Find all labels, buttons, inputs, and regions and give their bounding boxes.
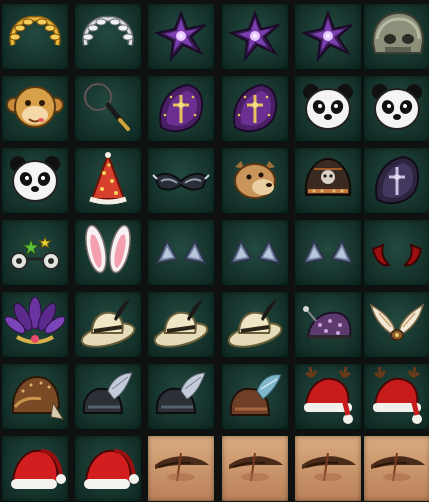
inventory-slot[interactable] <box>221 75 289 142</box>
inventory-slot[interactable] <box>74 75 142 142</box>
antler-santa-hat-icon <box>304 366 353 424</box>
santa-hat-icon <box>11 449 66 489</box>
bear-mask-icon <box>234 161 276 199</box>
inventory-slot[interactable] <box>294 219 362 286</box>
inventory-slot[interactable] <box>74 3 142 70</box>
inventory-slot[interactable] <box>1 435 69 502</box>
dark-eye-mask-icon <box>152 172 210 191</box>
panda-mask-icon <box>372 84 422 130</box>
scarred-eyebrow-icon <box>302 452 356 482</box>
party-hat-icon <box>89 152 127 205</box>
inventory-slot[interactable] <box>294 3 362 70</box>
inventory-slot[interactable] <box>221 3 289 70</box>
inventory-slot[interactable] <box>1 75 69 142</box>
inventory-slot[interactable] <box>363 435 429 502</box>
inventory-slot[interactable] <box>294 291 362 358</box>
winged-circlet-icon <box>369 303 425 341</box>
inventory-slot[interactable] <box>1 3 69 70</box>
inventory-slot[interactable] <box>74 291 142 358</box>
cream-feather-hat-icon <box>80 299 136 348</box>
dark-cross-shield-icon <box>375 155 420 205</box>
inventory-slot[interactable] <box>363 147 429 214</box>
stone-skull-helm-icon <box>371 11 425 54</box>
inventory-slot[interactable] <box>294 363 362 430</box>
panda-mask-icon <box>10 156 60 202</box>
bunny-ears-icon <box>85 224 131 274</box>
inventory-slot[interactable] <box>74 219 142 286</box>
purple-cross-shield-icon <box>233 83 278 133</box>
inventory-slot[interactable] <box>1 363 69 430</box>
inventory-slot[interactable] <box>221 363 289 430</box>
ornate-helmet-icon <box>304 157 352 196</box>
inventory-grid <box>0 0 429 502</box>
scarred-eyebrow-icon <box>229 452 283 482</box>
inventory-slot[interactable] <box>221 219 289 286</box>
blue-cat-ears-icon <box>302 238 354 265</box>
laurel-wreath-silver-icon <box>82 15 134 46</box>
dark-plumed-helm-icon <box>82 372 133 414</box>
inventory-slot[interactable] <box>147 3 215 70</box>
inventory-slot[interactable] <box>147 75 215 142</box>
purple-feather-headdress-icon <box>4 296 66 344</box>
inventory-slot[interactable] <box>147 219 215 286</box>
inventory-slot[interactable] <box>294 75 362 142</box>
red-horns-icon <box>371 243 423 267</box>
laurel-wreath-gold-icon <box>9 15 61 46</box>
inventory-slot[interactable] <box>221 435 289 502</box>
inventory-slot[interactable] <box>147 147 215 214</box>
cream-feather-hat-icon <box>153 299 209 348</box>
inventory-slot[interactable] <box>147 435 215 502</box>
santa-hat-icon <box>84 449 139 489</box>
star-goggles-icon <box>10 235 60 270</box>
inventory-slot[interactable] <box>363 75 429 142</box>
inventory-slot[interactable] <box>363 291 429 358</box>
jester-hat-icon <box>303 306 352 339</box>
inventory-slot[interactable] <box>294 435 362 502</box>
inventory-slot[interactable] <box>294 147 362 214</box>
antler-santa-hat-icon <box>373 366 422 424</box>
inventory-slot[interactable] <box>147 363 215 430</box>
purple-dark-flower-icon <box>228 10 280 63</box>
purple-dark-flower-icon <box>154 10 206 63</box>
inventory-slot[interactable] <box>363 219 429 286</box>
inventory-slot[interactable] <box>74 363 142 430</box>
inventory-slot[interactable] <box>74 147 142 214</box>
inventory-slot[interactable] <box>74 435 142 502</box>
inventory-slot[interactable] <box>1 219 69 286</box>
panda-mask-icon <box>303 84 353 130</box>
inventory-slot[interactable] <box>1 147 69 214</box>
inventory-slot[interactable] <box>363 363 429 430</box>
scarred-eyebrow-icon <box>371 452 425 482</box>
blue-cat-ears-icon <box>155 238 207 265</box>
inventory-slot[interactable] <box>221 291 289 358</box>
dark-plumed-helm-icon <box>155 372 206 414</box>
scarred-eyebrow-icon <box>155 452 209 482</box>
brown-plumed-hat-icon <box>229 374 282 416</box>
leather-pilot-cap-icon <box>11 375 65 420</box>
whip-icon <box>83 82 130 131</box>
blue-cat-ears-icon <box>229 238 281 265</box>
cream-feather-hat-icon <box>227 299 283 348</box>
inventory-slot[interactable] <box>221 147 289 214</box>
inventory-slot[interactable] <box>363 3 429 70</box>
inventory-slot[interactable] <box>147 291 215 358</box>
inventory-slot[interactable] <box>1 291 69 358</box>
monkey-mask-icon <box>6 86 64 128</box>
purple-dark-flower-icon <box>301 10 353 63</box>
purple-cross-shield-icon <box>159 83 204 133</box>
